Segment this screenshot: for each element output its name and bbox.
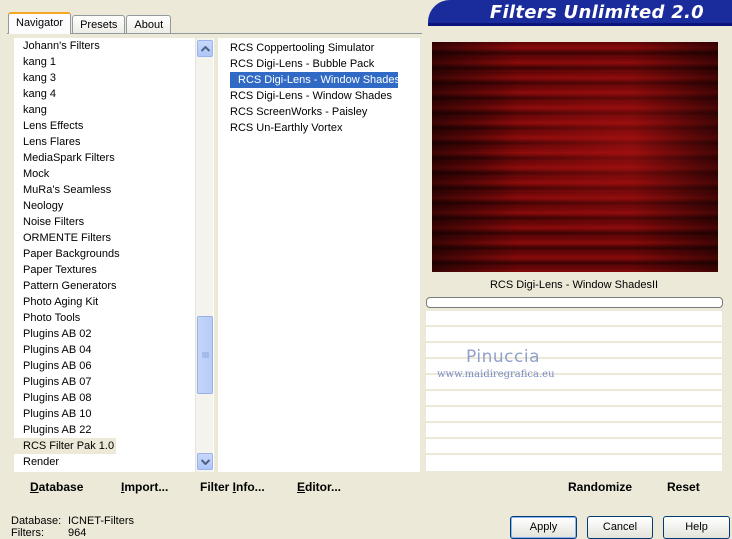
filter-list[interactable]: RCS Coppertooling Simulator RCS Digi-Lens…: [218, 38, 420, 472]
filter-info-label-a: Filter: [200, 480, 233, 494]
preview-caption: RCS Digi-Lens - Window ShadesII: [426, 276, 722, 294]
database-label: atabase: [38, 480, 84, 494]
category-item[interactable]: Plugins AB 08: [14, 390, 214, 406]
filter-item[interactable]: RCS Coppertooling Simulator: [220, 40, 420, 56]
filter-item[interactable]: RCS Digi-Lens - Window ShadesII: [230, 72, 406, 88]
tab-about[interactable]: About: [126, 15, 172, 34]
tab-presets[interactable]: Presets: [72, 15, 126, 34]
status-area: Database: ICNET-Filters Filters: 964: [11, 515, 134, 539]
category-item[interactable]: Plugins AB 10: [14, 406, 214, 422]
editor-accel: E: [297, 480, 306, 494]
watermark-name: Pinuccia: [466, 347, 540, 367]
filter-item[interactable]: RCS ScreenWorks - Paisley: [220, 104, 420, 120]
grip-icon: [201, 352, 209, 358]
filter-info-label-b: nfo...: [236, 480, 265, 494]
category-item[interactable]: Lens Flares: [14, 134, 214, 150]
category-item[interactable]: Neology: [14, 198, 214, 214]
editor-button[interactable]: Editor...: [297, 480, 341, 494]
app-banner: Filters Unlimited 2.0: [428, 0, 732, 26]
filters-count-value: 964: [68, 527, 87, 539]
category-item[interactable]: Paper Backgrounds: [14, 246, 214, 262]
database-accel: D: [30, 480, 39, 494]
category-item[interactable]: MediaSpark Filters: [14, 150, 214, 166]
param-row: [426, 423, 722, 439]
category-item[interactable]: Johann's Filters: [14, 38, 214, 54]
category-list[interactable]: Johann's Filters kang 1 kang 3 kang 4 kang Le…: [14, 38, 214, 472]
randomize-button[interactable]: Randomize: [568, 480, 632, 494]
category-item[interactable]: Mock: [14, 166, 214, 182]
database-status-value: ICNET-Filters: [68, 515, 134, 527]
chevron-up-icon: [200, 45, 210, 52]
tab-navigator[interactable]: Navigator: [8, 12, 72, 34]
database-status-label: Database:: [11, 515, 62, 527]
category-item[interactable]: Pattern Generators: [14, 278, 214, 294]
filter-info-button[interactable]: Filter Info...: [200, 480, 265, 494]
preset-toolbar: Randomize Reset: [426, 474, 722, 499]
category-item[interactable]: kang 3: [14, 70, 214, 86]
category-item[interactable]: Plugins AB 04: [14, 342, 214, 358]
import-label: mport...: [124, 480, 169, 494]
param-row: [426, 327, 722, 343]
cancel-button[interactable]: Cancel: [587, 516, 653, 539]
category-item[interactable]: Lens Effects: [14, 118, 214, 134]
scroll-up-button[interactable]: [197, 40, 213, 57]
progress-bar: [426, 297, 723, 308]
app-title: Filters Unlimited 2.0: [489, 2, 704, 23]
category-item[interactable]: Plugins AB 02: [14, 326, 214, 342]
category-scrollbar[interactable]: [195, 38, 213, 472]
import-button[interactable]: Import...: [121, 480, 168, 494]
bottom-toolbar: Database Import... Filter Info... Editor…: [8, 474, 422, 499]
database-button[interactable]: Database: [30, 480, 83, 494]
chevron-down-icon: [200, 458, 210, 465]
filter-item[interactable]: RCS Digi-Lens - Bubble Pack: [220, 56, 420, 72]
category-item[interactable]: kang 4: [14, 86, 214, 102]
filter-item[interactable]: RCS Un-Earthly Vortex: [220, 120, 420, 136]
category-item[interactable]: ORMENTE Filters: [14, 230, 214, 246]
category-item[interactable]: Paper Textures: [14, 262, 214, 278]
category-item[interactable]: Plugins AB 22: [14, 422, 214, 438]
apply-button[interactable]: Apply: [510, 516, 577, 539]
category-item[interactable]: Render: [14, 454, 214, 470]
scroll-thumb[interactable]: [197, 316, 213, 394]
category-item[interactable]: Noise Filters: [14, 214, 214, 230]
reset-button[interactable]: Reset: [667, 480, 700, 494]
filters-count-label: Filters:: [11, 527, 44, 539]
param-row: [426, 407, 722, 423]
parameter-area: [426, 311, 722, 471]
param-row: [426, 311, 722, 327]
tab-bar: Navigator Presets About: [8, 12, 172, 34]
category-item[interactable]: Plugins AB 06: [14, 358, 214, 374]
help-button[interactable]: Help: [663, 516, 730, 539]
param-row: [426, 439, 722, 455]
preview-image: [432, 42, 718, 272]
category-item[interactable]: MuRa's Seamless: [14, 182, 214, 198]
category-item[interactable]: Photo Aging Kit: [14, 294, 214, 310]
editor-label: ditor...: [305, 480, 342, 494]
category-item[interactable]: RCS Filter Pak 1.0: [14, 438, 116, 454]
filter-item[interactable]: RCS Digi-Lens - Window Shades: [220, 88, 420, 104]
category-item[interactable]: Plugins AB 07: [14, 374, 214, 390]
param-row: [426, 391, 722, 407]
scroll-down-button[interactable]: [197, 453, 213, 470]
watermark-site: www.maidiregrafica.eu: [437, 369, 555, 380]
category-item[interactable]: Photo Tools: [14, 310, 214, 326]
category-item[interactable]: kang: [14, 102, 214, 118]
category-item[interactable]: kang 1: [14, 54, 214, 70]
